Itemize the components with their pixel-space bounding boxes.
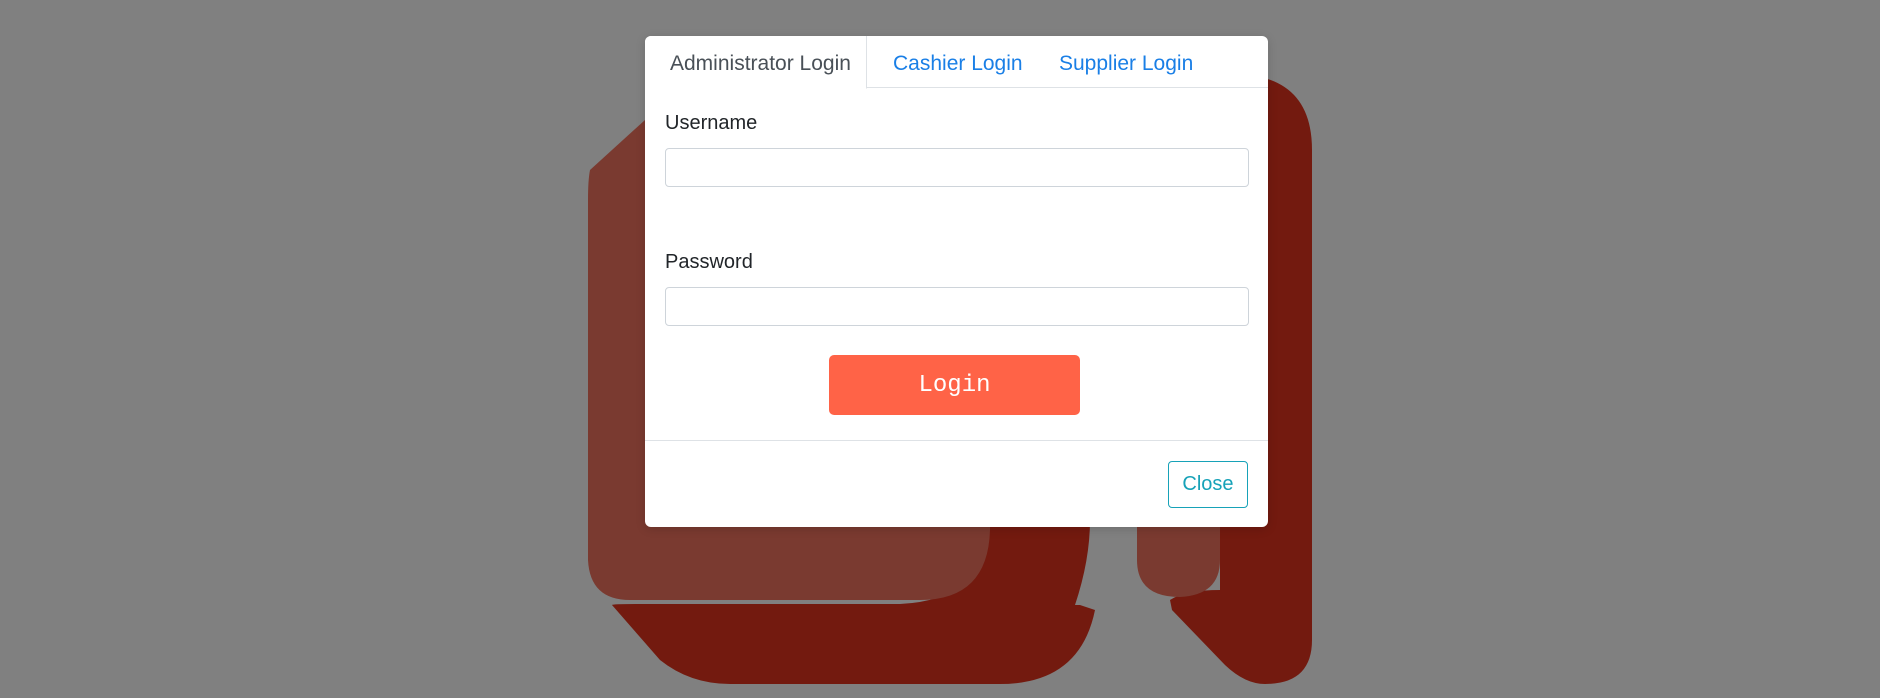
username-input[interactable] (665, 148, 1249, 187)
password-label: Password (665, 251, 753, 273)
username-label: Username (665, 112, 758, 134)
logo-light-right-block (1137, 525, 1220, 597)
tab-supplier-login[interactable]: Supplier Login (1059, 36, 1193, 88)
login-modal: Administrator Login Cashier Login Suppli… (645, 36, 1268, 527)
tab-administrator-login[interactable]: Administrator Login (645, 36, 867, 89)
close-button[interactable]: Close (1168, 461, 1248, 508)
login-button[interactable]: Login (829, 355, 1080, 415)
login-tabs: Administrator Login Cashier Login Suppli… (645, 36, 1268, 89)
password-input[interactable] (665, 287, 1249, 326)
modal-footer-divider (645, 440, 1268, 441)
tab-cashier-login[interactable]: Cashier Login (893, 36, 1023, 88)
